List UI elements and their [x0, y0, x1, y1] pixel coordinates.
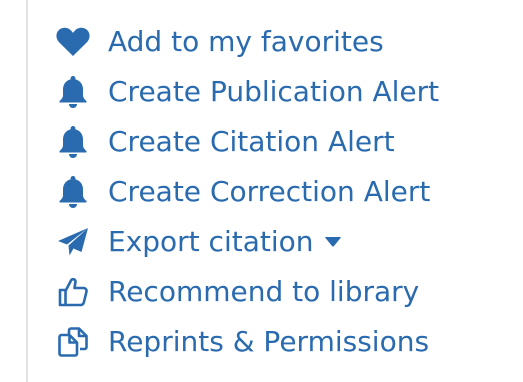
reprints-permissions-label: Reprints & Permissions	[108, 325, 430, 358]
add-to-favorites-link[interactable]: Add to my favorites	[55, 17, 439, 67]
create-citation-alert-label: Create Citation Alert	[108, 125, 395, 158]
create-correction-alert-label: Create Correction Alert	[108, 175, 431, 208]
reprints-permissions-link[interactable]: Reprints & Permissions	[55, 317, 439, 367]
recommend-to-library-label: Recommend to library	[108, 275, 420, 308]
bell-icon	[55, 175, 91, 209]
create-correction-alert-link[interactable]: Create Correction Alert	[55, 167, 439, 217]
create-publication-alert-label: Create Publication Alert	[108, 75, 440, 108]
caret-down-icon	[324, 236, 342, 248]
thumbs-up-icon	[55, 275, 91, 309]
add-to-favorites-label: Add to my favorites	[108, 25, 384, 58]
left-divider	[26, 0, 28, 382]
export-citation-label: Export citation	[108, 225, 314, 258]
create-citation-alert-link[interactable]: Create Citation Alert	[55, 117, 439, 167]
paper-plane-icon	[55, 225, 91, 259]
heart-icon	[55, 25, 91, 59]
article-actions-list: Add to my favorites Create Publication A…	[55, 17, 439, 367]
create-publication-alert-link[interactable]: Create Publication Alert	[55, 67, 439, 117]
export-citation-dropdown[interactable]: Export citation	[55, 217, 439, 267]
copy-icon	[55, 325, 91, 359]
bell-icon	[55, 75, 91, 109]
bell-icon	[55, 125, 91, 159]
recommend-to-library-link[interactable]: Recommend to library	[55, 267, 439, 317]
